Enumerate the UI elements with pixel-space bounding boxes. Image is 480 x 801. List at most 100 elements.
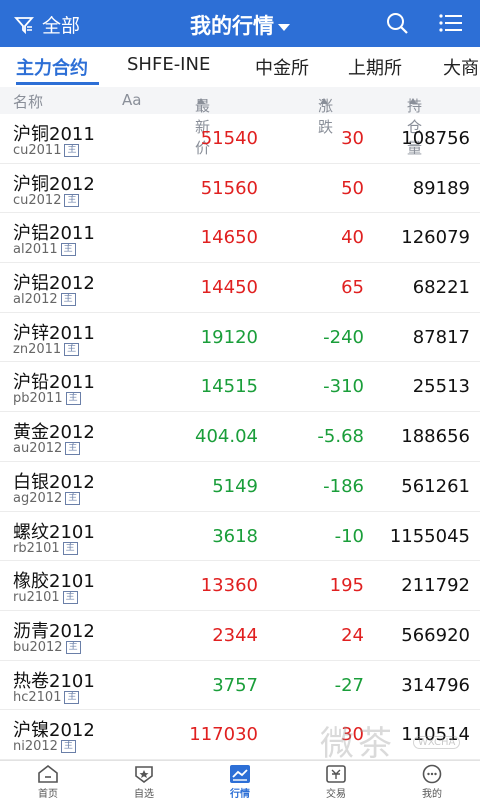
last-price: 51560	[200, 177, 258, 199]
quote-list: 沪铜2011 cu2011 主 51540 30 108756 沪铜2012 cu2012 主 5…	[0, 114, 480, 760]
open-interest: 25513	[412, 376, 470, 398]
table-row[interactable]: 沪铅2011 pb2011 主 14515 -310 25513	[0, 362, 480, 413]
table-row[interactable]: 热卷2101 hc2101 主 3757 -27 314796	[0, 661, 480, 711]
price-change: 30	[341, 128, 364, 149]
last-price: 14450	[200, 277, 258, 299]
table-row[interactable]: 沪铜2012 cu2012 主 51560 50 89189	[0, 164, 480, 214]
trade-icon	[326, 765, 346, 783]
contract-code: al2012 主	[13, 292, 76, 307]
col-change[interactable]: 涨跌	[318, 91, 333, 136]
open-interest: 87817	[412, 326, 470, 348]
main-contract-badge: 主	[64, 193, 80, 207]
contract-code: pb2011 主	[13, 391, 81, 406]
watermark-badge: WXCHA	[413, 736, 461, 749]
contract-code: cu2012 主	[13, 193, 80, 208]
open-interest: 566920	[401, 624, 470, 646]
table-row[interactable]: 沪铝2011 al2011 主 14650 40 126079	[0, 213, 480, 264]
price-change: -186	[323, 475, 364, 497]
last-price: 19120	[200, 326, 258, 348]
open-interest: 561261	[401, 475, 470, 497]
search-icon[interactable]	[386, 12, 408, 34]
table-row[interactable]: 橡胶2101 ru2101 主 13360 195 211792	[0, 561, 480, 611]
last-price: 5149	[212, 475, 258, 497]
col-open-interest[interactable]: 持仓量	[407, 91, 422, 157]
last-price: 404.04	[195, 426, 258, 448]
table-row[interactable]: 沪铜2011 cu2011 主 51540 30 108756	[0, 114, 480, 164]
active-tab-indicator	[16, 82, 99, 85]
tab-cffex[interactable]: 中金所	[255, 54, 309, 80]
price-change: 195	[329, 575, 364, 597]
main-contract-badge: 主	[60, 243, 76, 257]
last-price: 13360	[200, 575, 258, 597]
contract-code: ni2012 主	[13, 739, 76, 754]
main-contract-badge: 主	[64, 342, 80, 356]
main-contract-badge: 主	[65, 442, 81, 456]
last-price: 3757	[212, 674, 258, 696]
table-row[interactable]: 沥青2012 bu2012 主 2344 24 566920	[0, 611, 480, 661]
last-price: 2344	[212, 624, 258, 646]
main-contract-badge: 主	[62, 541, 78, 555]
main-contract-badge: 主	[60, 293, 76, 307]
contract-code: ag2012 主	[13, 491, 81, 506]
open-interest: 108756	[401, 128, 470, 149]
table-row[interactable]: 螺纹2101 rb2101 主 3618 -10 1155045	[0, 512, 480, 562]
col-font-size[interactable]: Aa	[122, 91, 141, 109]
col-name[interactable]: 名称	[13, 91, 43, 112]
open-interest: 314796	[401, 674, 470, 696]
price-change: 50	[341, 177, 364, 199]
contract-code: au2012 主	[13, 441, 81, 456]
last-price: 14650	[200, 227, 258, 249]
table-row[interactable]: 黄金2012 au2012 主 404.04 -5.68 188656	[0, 412, 480, 462]
tab-main-contracts[interactable]: 主力合约	[16, 54, 88, 80]
open-interest: 188656	[401, 426, 470, 448]
contract-code: hc2101 主	[13, 690, 80, 705]
price-change: -27	[334, 674, 364, 696]
list-menu-icon[interactable]	[439, 13, 463, 33]
table-row[interactable]: 沪锌2011 zn2011 主 19120 -240 87817	[0, 313, 480, 363]
price-change: -240	[323, 326, 364, 348]
profile-icon	[422, 764, 442, 784]
nav-trade[interactable]: 交易	[288, 761, 384, 801]
open-interest: 68221	[412, 277, 470, 299]
tab-shfe[interactable]: 上期所	[348, 54, 402, 80]
contract-code: ru2101 主	[13, 590, 78, 605]
contract-code: al2011 主	[13, 242, 76, 257]
price-change: 40	[341, 227, 364, 249]
price-change: -310	[323, 376, 364, 398]
table-row[interactable]: 白银2012 ag2012 主 5149 -186 561261	[0, 462, 480, 512]
nav-mine[interactable]: 我的	[384, 761, 480, 801]
nav-watchlist[interactable]: 自选	[96, 761, 192, 801]
tab-dce[interactable]: 大商	[443, 54, 479, 80]
page-title[interactable]: 我的行情	[0, 10, 480, 40]
open-interest: 89189	[412, 177, 470, 199]
open-interest: 1155045	[389, 525, 470, 547]
main-contract-badge: 主	[64, 144, 80, 157]
nav-home[interactable]: 首页	[0, 761, 96, 801]
last-price: 117030	[189, 724, 258, 746]
chart-icon	[230, 765, 250, 783]
main-contract-badge: 主	[65, 640, 81, 654]
nav-quotes[interactable]: 行情	[192, 761, 288, 801]
table-row[interactable]: 沪铝2012 al2012 主 14450 65 68221	[0, 263, 480, 313]
contract-code: bu2012 主	[13, 640, 81, 655]
last-price: 51540	[200, 128, 258, 149]
exchange-tabs: 主力合约 SHFE-INE 中金所 上期所 大商	[0, 47, 480, 88]
tab-shfe-ine[interactable]: SHFE-INE	[127, 54, 210, 75]
open-interest: 211792	[401, 575, 470, 597]
main-contract-badge: 主	[64, 690, 80, 704]
column-header: 名称 Aa 最新价 涨跌 持仓量	[0, 87, 480, 157]
main-contract-badge: 主	[65, 392, 81, 406]
last-price: 14515	[200, 376, 258, 398]
price-change: -5.68	[317, 426, 364, 448]
main-contract-badge: 主	[62, 591, 78, 605]
last-price: 3618	[212, 525, 258, 547]
price-change: 65	[341, 277, 364, 299]
col-price[interactable]: 最新价	[195, 91, 210, 157]
price-change: -10	[334, 525, 364, 547]
table-row[interactable]: 沪镍2012 ni2012 主 117030 30 110514	[0, 710, 480, 760]
watermark: 微茶	[320, 724, 396, 764]
price-change: 24	[341, 624, 364, 646]
contract-code: rb2101 主	[13, 541, 78, 556]
home-icon	[38, 764, 58, 783]
main-contract-badge: 主	[65, 491, 81, 505]
